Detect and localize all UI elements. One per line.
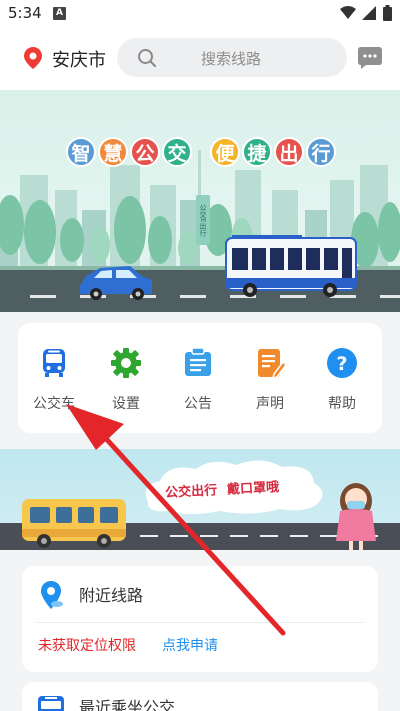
search-icon [138, 49, 157, 68]
status-bar: 5:34 A [0, 0, 400, 28]
search-placeholder: 搜索线路 [201, 50, 262, 68]
search-bar[interactable]: 搜索线路 [117, 38, 347, 77]
statement-icon [258, 349, 287, 380]
slogan-char: 捷 [242, 137, 272, 167]
location-pin-icon[interactable] [24, 47, 42, 69]
menu-item-notice[interactable]: 公告 [168, 347, 228, 413]
help-icon: ? [327, 348, 357, 378]
recent-rides-card[interactable]: 最近乘坐公交 [22, 682, 378, 711]
wifi-icon [340, 6, 356, 19]
bus-icon [43, 349, 65, 377]
recent-bus-icon [38, 696, 64, 711]
menu-label: 声明 [256, 396, 284, 412]
promo-text-left: 公交出行 [164, 483, 218, 501]
slogan-right: 便 捷 出 行 [210, 137, 336, 167]
feature-menu: 公交车 设置 公告 声明 ? 帮助 [18, 323, 382, 433]
slogan-char: 便 [210, 137, 240, 167]
yellow-bus-illustration [22, 499, 126, 548]
slogan-left: 智 慧 公 交 [66, 137, 192, 167]
recent-title: 最近乘坐公交 [79, 698, 176, 711]
menu-item-statement[interactable]: 声明 [240, 347, 300, 413]
slogan-char: 慧 [98, 137, 128, 167]
slogan-char: 公 [130, 137, 160, 167]
bus-illustration [225, 235, 357, 297]
menu-label: 公交车 [33, 396, 75, 412]
message-icon[interactable] [358, 47, 382, 69]
menu-label: 公告 [184, 396, 212, 412]
gear-icon [111, 348, 141, 378]
nearby-location-icon [41, 581, 63, 609]
menu-label: 设置 [112, 396, 140, 412]
header: 安庆市 搜索线路 [0, 28, 400, 90]
nearby-title: 附近线路 [79, 586, 144, 605]
city-selector[interactable]: 安庆市 [52, 46, 106, 72]
menu-item-help[interactable]: ? 帮助 [312, 347, 372, 413]
divider [36, 622, 364, 623]
bus-stop-sign: 公交E出行 [196, 195, 210, 245]
menu-label: 帮助 [328, 396, 356, 412]
status-time: 5:34 [8, 4, 42, 22]
banner-slogan: 智 慧 公 交 便 捷 出 行 [66, 137, 338, 175]
slogan-char: 智 [66, 137, 96, 167]
battery-icon [383, 5, 392, 21]
banner[interactable]: 智 慧 公 交 便 捷 出 行 公交E出行 [0, 90, 400, 312]
svg-text:?: ? [336, 353, 347, 375]
menu-item-bus[interactable]: 公交车 [24, 347, 84, 413]
promo-illustration [0, 460, 400, 550]
menu-item-settings[interactable]: 设置 [96, 347, 156, 413]
mask-reminder-banner[interactable]: 公交出行 戴口罩哦 [0, 449, 400, 550]
girl-illustration [336, 483, 376, 550]
slogan-char: 出 [274, 137, 304, 167]
location-permission-warning: 未获取定位权限 [38, 638, 136, 654]
notice-icon [185, 347, 211, 376]
slogan-char: 交 [162, 137, 192, 167]
nearby-routes-card: 附近线路 未获取定位权限 点我申请 [22, 566, 378, 672]
notification-badge: A [53, 7, 66, 20]
slogan-char: 行 [306, 137, 336, 167]
signal-icon [362, 6, 376, 20]
promo-text-right: 戴口罩哦 [226, 480, 280, 498]
request-permission-link[interactable]: 点我申请 [162, 635, 218, 655]
